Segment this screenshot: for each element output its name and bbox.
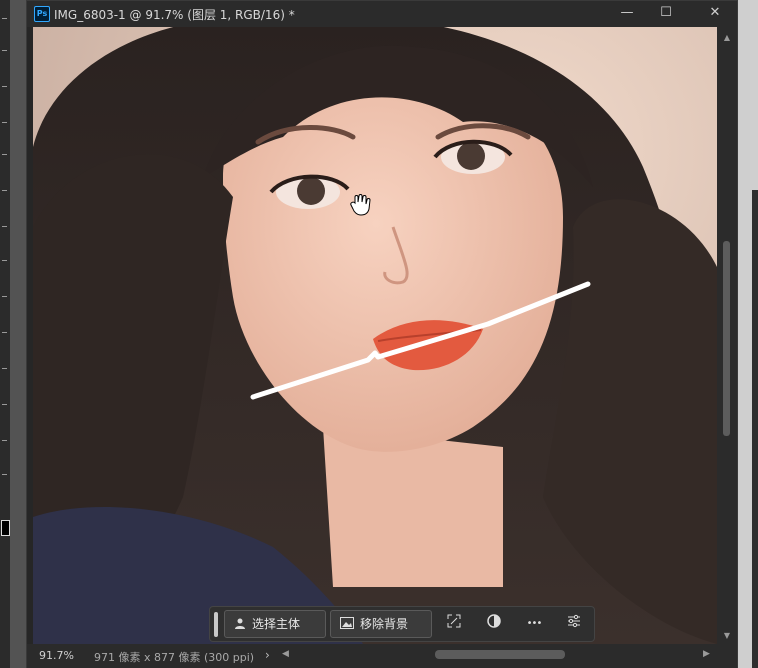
tool-slot[interactable] — [2, 328, 7, 333]
minimize-button[interactable]: — — [607, 1, 647, 25]
image-canvas[interactable] — [33, 27, 717, 644]
photo — [33, 27, 717, 644]
tool-slot[interactable] — [2, 118, 7, 123]
tool-slot[interactable] — [2, 470, 7, 475]
tool-slot[interactable] — [2, 256, 7, 261]
remove-background-label: 移除背景 — [360, 617, 409, 631]
tool-slot[interactable] — [2, 46, 7, 51]
title-bar[interactable]: Ps IMG_6803-1 @ 91.7% (图层 1, RGB/16) * —… — [27, 1, 737, 27]
document-info: 971 像素 x 877 像素 (300 ppi) — [94, 651, 255, 664]
status-menu-arrow-icon[interactable]: › — [265, 648, 270, 662]
foreground-color-swatch[interactable] — [1, 520, 10, 536]
photoshop-icon: Ps — [34, 6, 50, 22]
contextual-task-bar: 选择主体 移除背景 ••• — [209, 606, 595, 642]
status-bar: 91.7% 971 像素 x 877 像素 (300 ppi) › ◀ ▶ — [27, 644, 737, 668]
tool-slot[interactable] — [2, 222, 7, 227]
zoom-level[interactable]: 91.7% — [39, 649, 74, 662]
person-icon — [234, 612, 246, 638]
drag-handle[interactable] — [214, 612, 218, 637]
remove-background-button[interactable]: 移除背景 — [330, 610, 432, 638]
scroll-right-icon[interactable]: ▶ — [703, 649, 710, 659]
tool-slot[interactable] — [2, 292, 7, 297]
panel-dock — [752, 190, 758, 668]
vertical-scroll-thumb[interactable] — [723, 241, 730, 436]
tool-slot[interactable] — [2, 82, 7, 87]
close-button[interactable]: ✕ — [695, 1, 735, 25]
scroll-left-icon[interactable]: ◀ — [282, 649, 289, 659]
settings-icon[interactable] — [564, 614, 584, 634]
tool-slot[interactable] — [2, 400, 7, 405]
horizontal-scroll-thumb[interactable] — [435, 650, 565, 659]
select-subject-button[interactable]: 选择主体 — [224, 610, 326, 638]
document-title: IMG_6803-1 @ 91.7% (图层 1, RGB/16) * — [54, 8, 295, 22]
tool-slot[interactable] — [2, 186, 7, 191]
image-icon — [340, 612, 354, 638]
tool-slot[interactable] — [2, 436, 7, 441]
maximize-button[interactable]: ☐ — [646, 1, 686, 25]
document-window: Ps IMG_6803-1 @ 91.7% (图层 1, RGB/16) * —… — [26, 0, 738, 668]
transform-icon[interactable] — [444, 614, 464, 634]
scroll-up-icon[interactable]: ▲ — [722, 33, 732, 43]
more-icon[interactable]: ••• — [524, 614, 544, 634]
tools-panel — [0, 0, 10, 668]
select-subject-label: 选择主体 — [252, 617, 301, 631]
tool-slot[interactable] — [2, 150, 7, 155]
vertical-scrollbar[interactable]: ▲ ▼ — [717, 27, 737, 644]
tool-slot[interactable] — [2, 364, 7, 369]
right-panel-edge — [738, 0, 758, 668]
scroll-down-icon[interactable]: ▼ — [722, 631, 732, 641]
adjustment-icon[interactable] — [484, 614, 504, 634]
tool-slot[interactable] — [2, 14, 7, 19]
